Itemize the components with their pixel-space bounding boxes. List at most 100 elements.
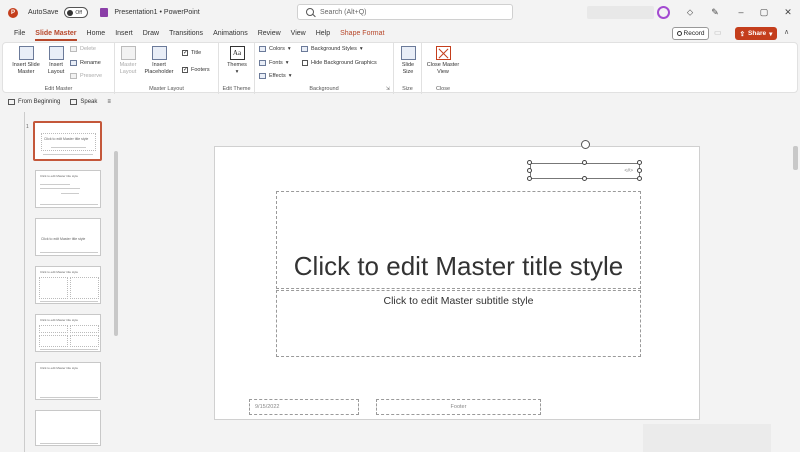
resize-handle[interactable] — [527, 160, 532, 165]
thumbnail-slide-master[interactable]: Click to edit Master title style — [33, 121, 102, 161]
effects-button[interactable]: Effects ▾ — [259, 73, 291, 79]
fonts-button[interactable]: Fonts ▾ — [259, 60, 289, 66]
slide-number-text: <#> — [624, 168, 633, 174]
autosave-label: AutoSave — [28, 9, 59, 16]
thumbnail-layout-2[interactable]: Click to edit Master title style — [35, 218, 101, 256]
title-checkbox-label: Title — [191, 50, 202, 56]
present-icon[interactable]: ▭ — [714, 28, 726, 38]
thumbnail-box — [39, 325, 68, 333]
pen-icon[interactable]: ✎ — [709, 6, 721, 18]
hide-background-graphics-checkbox[interactable]: Hide Background Graphics — [302, 60, 377, 66]
minimize-icon[interactable]: – — [735, 6, 747, 18]
insert-slide-master-label: Insert Slide Master — [12, 62, 40, 75]
file-icon[interactable] — [100, 8, 109, 17]
thumbnail-scrollbar[interactable] — [112, 111, 120, 452]
group-edit-theme: Aa Themes ▾ Edit Theme — [219, 43, 255, 94]
close-master-view-label: Close Master View — [426, 62, 460, 75]
tab-draw[interactable]: Draw — [138, 25, 164, 42]
preserve-button[interactable]: Preserve — [70, 73, 102, 79]
rename-label: Rename — [80, 60, 101, 66]
tab-animations[interactable]: Animations — [208, 25, 253, 42]
resize-handle[interactable] — [582, 176, 587, 181]
from-beginning-button[interactable]: From Beginning — [8, 99, 60, 105]
search-box[interactable]: Search (Alt+Q) — [297, 4, 513, 20]
group-label-master-layout: Master Layout — [149, 86, 184, 92]
thumbnail-scroll-thumb[interactable] — [114, 151, 118, 336]
tab-slide-master[interactable]: Slide Master — [30, 25, 81, 42]
thumbnail-layout-1[interactable]: Click to edit Master title style — [35, 170, 101, 208]
ribbon-collapse-icon[interactable]: ∧ — [784, 28, 789, 36]
search-placeholder: Search (Alt+Q) — [320, 8, 367, 16]
thumbnail-title-text: Click to edit Master title style — [44, 137, 89, 141]
toggle-knob-icon — [67, 9, 74, 16]
copilot-icon[interactable] — [657, 6, 670, 19]
maximize-icon[interactable]: ▢ — [758, 6, 770, 18]
insert-placeholder-icon — [151, 46, 167, 60]
master-layout-button[interactable]: Master Layout — [117, 46, 139, 75]
footer-placeholder[interactable]: Footer — [376, 399, 541, 415]
insert-layout-button[interactable]: Insert Layout — [44, 46, 68, 75]
chevron-down-icon: ▾ — [288, 73, 292, 79]
share-button[interactable]: ⇪ Share ▾ — [735, 27, 777, 40]
rotate-handle-icon[interactable] — [581, 140, 590, 149]
autosave-toggle[interactable]: Off — [64, 7, 89, 18]
preserve-label: Preserve — [80, 73, 103, 79]
rename-icon — [70, 60, 77, 66]
thumbnail-layout-3[interactable]: Click to edit Master title style — [35, 266, 101, 304]
slide-size-button[interactable]: Slide Size — [397, 46, 419, 75]
thumbnail-line — [40, 301, 98, 302]
themes-button[interactable]: Aa Themes ▾ — [223, 46, 251, 75]
resize-handle[interactable] — [582, 160, 587, 165]
tab-view[interactable]: View — [286, 25, 311, 42]
rename-button[interactable]: Rename — [70, 60, 101, 66]
powerpoint-logo-icon: P — [8, 7, 18, 18]
resize-handle[interactable] — [637, 168, 642, 173]
thumbnail-layout-4[interactable]: Click to edit Master title style — [35, 314, 101, 352]
tab-home[interactable]: Home — [82, 25, 111, 42]
thumbnail-layout-5[interactable]: Click to edit Master title style — [35, 362, 101, 400]
diamond-icon[interactable]: ⬦ — [684, 6, 696, 18]
record-button[interactable]: Record — [672, 27, 709, 40]
tab-help[interactable]: Help — [311, 25, 335, 42]
panel-divider — [24, 112, 25, 452]
more-icon[interactable]: ≡ — [107, 99, 111, 105]
insert-placeholder-button[interactable]: Insert Placeholder — [139, 46, 179, 75]
resize-handle[interactable] — [637, 176, 642, 181]
tab-transitions[interactable]: Transitions — [164, 25, 208, 42]
title-placeholder[interactable]: Click to edit Master title style — [276, 191, 641, 289]
subtitle-placeholder-text: Click to edit Master subtitle style — [383, 295, 534, 307]
tab-file[interactable]: File — [9, 25, 30, 42]
date-placeholder[interactable]: 9/15/2022 — [249, 399, 359, 415]
background-styles-button[interactable]: Background Styles ▾ — [301, 46, 363, 52]
background-styles-icon — [301, 46, 308, 52]
thumbnail-line — [40, 349, 98, 350]
main-scroll-thumb[interactable] — [793, 146, 798, 170]
thumbnail-line — [40, 184, 70, 185]
thumbnail-layout-6[interactable] — [35, 410, 101, 446]
title-checkbox[interactable]: Title — [182, 49, 202, 56]
resize-handle[interactable] — [527, 176, 532, 181]
delete-label: Delete — [80, 46, 96, 52]
thumbnail-box — [39, 335, 68, 347]
speak-button[interactable]: Speak — [70, 99, 97, 105]
subtitle-placeholder[interactable]: Click to edit Master subtitle style — [276, 290, 641, 357]
resize-handle[interactable] — [527, 168, 532, 173]
tab-review[interactable]: Review — [253, 25, 286, 42]
preserve-icon — [70, 73, 77, 79]
main-scrollbar[interactable] — [792, 111, 800, 452]
close-icon[interactable]: ✕ — [782, 6, 794, 18]
quick-access-toolbar: From Beginning Speak ≡ — [0, 95, 800, 109]
master-slide[interactable]: <#> Click to edit Master title style Cli… — [214, 140, 700, 420]
insert-slide-master-button[interactable]: Insert Slide Master — [8, 46, 44, 75]
share-label: Share — [748, 30, 767, 37]
footers-checkbox[interactable]: Footers — [182, 66, 210, 73]
date-text: 9/15/2022 — [255, 404, 280, 410]
effects-label: Effects — [269, 73, 286, 79]
close-master-view-button[interactable]: Close Master View — [425, 46, 461, 75]
resize-handle[interactable] — [637, 160, 642, 165]
account-area[interactable] — [587, 6, 654, 19]
tab-shape-format[interactable]: Shape Format — [335, 25, 389, 42]
colors-button[interactable]: Colors ▾ — [259, 46, 291, 52]
tab-insert[interactable]: Insert — [110, 25, 138, 42]
delete-button[interactable]: Delete — [70, 46, 96, 52]
